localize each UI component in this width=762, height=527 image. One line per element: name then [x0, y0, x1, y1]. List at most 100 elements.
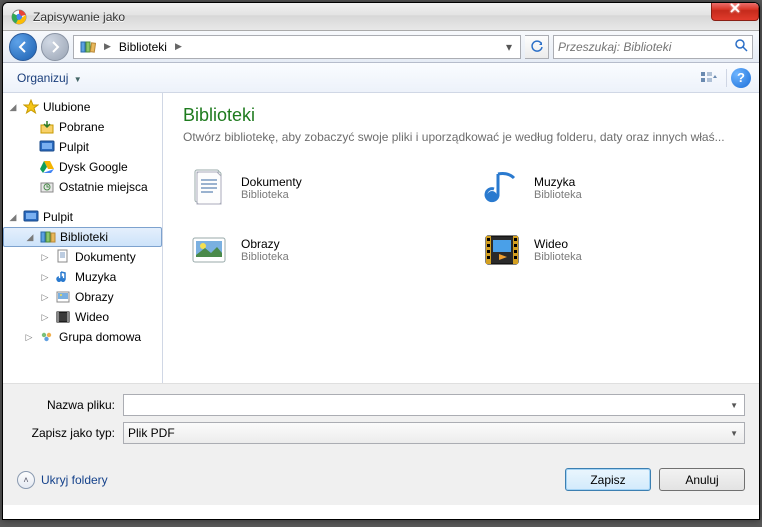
collapse-icon[interactable]: ◢: [7, 102, 19, 113]
chevron-up-icon: ˄: [17, 471, 35, 489]
tree-desktop[interactable]: Pulpit: [3, 137, 162, 157]
save-as-dialog: Zapisywanie jako ▶ Biblioteki ▶ ▾: [2, 2, 760, 520]
library-music[interactable]: MuzykaBiblioteka: [476, 162, 739, 214]
form-panel: Nazwa pliku: ▼ Zapisz jako typ: ▼: [3, 383, 759, 458]
navigation-tree[interactable]: ◢ Ulubione Pobrane Pulpit Dysk Google Os…: [3, 93, 163, 383]
library-type: Biblioteka: [534, 189, 582, 201]
filetype-combo[interactable]: ▼: [123, 422, 745, 444]
chevron-down-icon[interactable]: ▼: [728, 429, 740, 438]
pictures-icon: [55, 289, 71, 305]
music-library-icon: [480, 166, 524, 210]
content-subtitle: Otwórz bibliotekę, aby zobaczyć swoje pl…: [183, 130, 739, 144]
music-icon: [55, 269, 71, 285]
tree-pictures[interactable]: ▷ Obrazy: [3, 287, 162, 307]
save-button[interactable]: Zapisz: [565, 468, 651, 491]
window-title: Zapisywanie jako: [33, 10, 125, 24]
expand-icon[interactable]: ▷: [39, 252, 51, 263]
library-name: Dokumenty: [241, 175, 302, 189]
expand-icon[interactable]: ▷: [23, 332, 35, 343]
tree-gdrive[interactable]: Dysk Google: [3, 157, 162, 177]
tree-label: Dysk Google: [59, 160, 128, 174]
tree-label: Muzyka: [75, 270, 116, 284]
library-documents[interactable]: DokumentyBiblioteka: [183, 162, 446, 214]
library-type: Biblioteka: [241, 189, 302, 201]
filename-combo[interactable]: ▼: [123, 394, 745, 416]
videos-library-icon: [480, 228, 524, 272]
library-pictures[interactable]: ObrazyBiblioteka: [183, 224, 446, 276]
titlebar: Zapisywanie jako: [3, 3, 759, 31]
chevron-down-icon: ▼: [74, 75, 82, 84]
library-type: Biblioteka: [534, 251, 582, 263]
chrome-icon: [11, 9, 27, 25]
collapse-icon[interactable]: ◢: [24, 232, 36, 243]
back-button[interactable]: [9, 33, 37, 61]
tree-label: Wideo: [75, 310, 109, 324]
breadcrumb-root-arrow[interactable]: ▶: [100, 41, 115, 52]
forward-button[interactable]: [41, 33, 69, 61]
expand-icon[interactable]: ▷: [39, 312, 51, 323]
filename-label: Nazwa pliku:: [17, 398, 123, 412]
tree-label: Pulpit: [59, 140, 89, 154]
libraries-icon: [80, 39, 96, 55]
footer: ˄ Ukryj foldery Zapisz Anuluj: [3, 458, 759, 505]
dialog-body: ◢ Ulubione Pobrane Pulpit Dysk Google Os…: [3, 93, 759, 383]
tree-videos[interactable]: ▷ Wideo: [3, 307, 162, 327]
search-icon[interactable]: [734, 38, 748, 55]
libraries-icon: [40, 229, 56, 245]
filetype-label: Zapisz jako typ:: [17, 426, 123, 440]
filename-input[interactable]: [128, 396, 728, 414]
recent-icon: [39, 179, 55, 195]
content-heading: Biblioteki: [183, 105, 739, 126]
desktop-icon: [39, 139, 55, 155]
address-dropdown[interactable]: ▾: [500, 40, 518, 54]
expand-icon[interactable]: ▷: [39, 292, 51, 303]
tree-music[interactable]: ▷ Muzyka: [3, 267, 162, 287]
collapse-icon[interactable]: ◢: [7, 212, 19, 223]
tree-libraries[interactable]: ◢ Biblioteki: [3, 227, 162, 247]
address-bar[interactable]: ▶ Biblioteki ▶ ▾: [73, 35, 521, 59]
library-name: Wideo: [534, 237, 582, 251]
tree-documents[interactable]: ▷ Dokumenty: [3, 247, 162, 267]
tree-homegroup[interactable]: ▷ Grupa domowa: [3, 327, 162, 347]
search-box[interactable]: [553, 35, 753, 59]
view-options-button[interactable]: [696, 67, 722, 89]
gdrive-icon: [39, 159, 55, 175]
tree-recent[interactable]: Ostatnie miejsca: [3, 177, 162, 197]
chevron-down-icon[interactable]: ▼: [728, 401, 740, 410]
cancel-button[interactable]: Anuluj: [659, 468, 745, 491]
breadcrumb-arrow[interactable]: ▶: [171, 41, 186, 52]
close-button[interactable]: [711, 2, 759, 21]
tree-downloads[interactable]: Pobrane: [3, 117, 162, 137]
pictures-library-icon: [187, 228, 231, 272]
download-icon: [39, 119, 55, 135]
filetype-input[interactable]: [128, 424, 728, 442]
star-icon: [23, 99, 39, 115]
tree-label: Obrazy: [75, 290, 114, 304]
tree-desktop-group[interactable]: ◢ Pulpit: [3, 207, 162, 227]
homegroup-icon: [39, 329, 55, 345]
tree-label: Dokumenty: [75, 250, 136, 264]
tree-label: Pulpit: [43, 210, 73, 224]
library-type: Biblioteka: [241, 251, 289, 263]
hide-folders-button[interactable]: ˄ Ukryj foldery: [17, 471, 108, 489]
tree-favorites[interactable]: ◢ Ulubione: [3, 97, 162, 117]
tree-label: Grupa domowa: [59, 330, 141, 344]
breadcrumb-segment[interactable]: Biblioteki: [115, 36, 171, 58]
desktop-icon: [23, 209, 39, 225]
search-input[interactable]: [558, 37, 734, 57]
tree-label: Pobrane: [59, 120, 104, 134]
expand-icon[interactable]: ▷: [39, 272, 51, 283]
videos-icon: [55, 309, 71, 325]
refresh-button[interactable]: [525, 35, 549, 59]
tree-label: Ulubione: [43, 100, 90, 114]
organize-label: Organizuj: [17, 71, 68, 85]
library-grid: DokumentyBiblioteka MuzykaBiblioteka Obr…: [183, 162, 739, 276]
toolbar-separator: [726, 69, 727, 87]
tree-label: Biblioteki: [60, 230, 108, 244]
help-button[interactable]: ?: [731, 68, 751, 88]
tree-label: Ostatnie miejsca: [59, 180, 148, 194]
library-videos[interactable]: WideoBiblioteka: [476, 224, 739, 276]
organize-menu[interactable]: Organizuj ▼: [11, 67, 88, 89]
nav-bar: ▶ Biblioteki ▶ ▾: [3, 31, 759, 63]
content-pane: Biblioteki Otwórz bibliotekę, aby zobacz…: [163, 93, 759, 383]
